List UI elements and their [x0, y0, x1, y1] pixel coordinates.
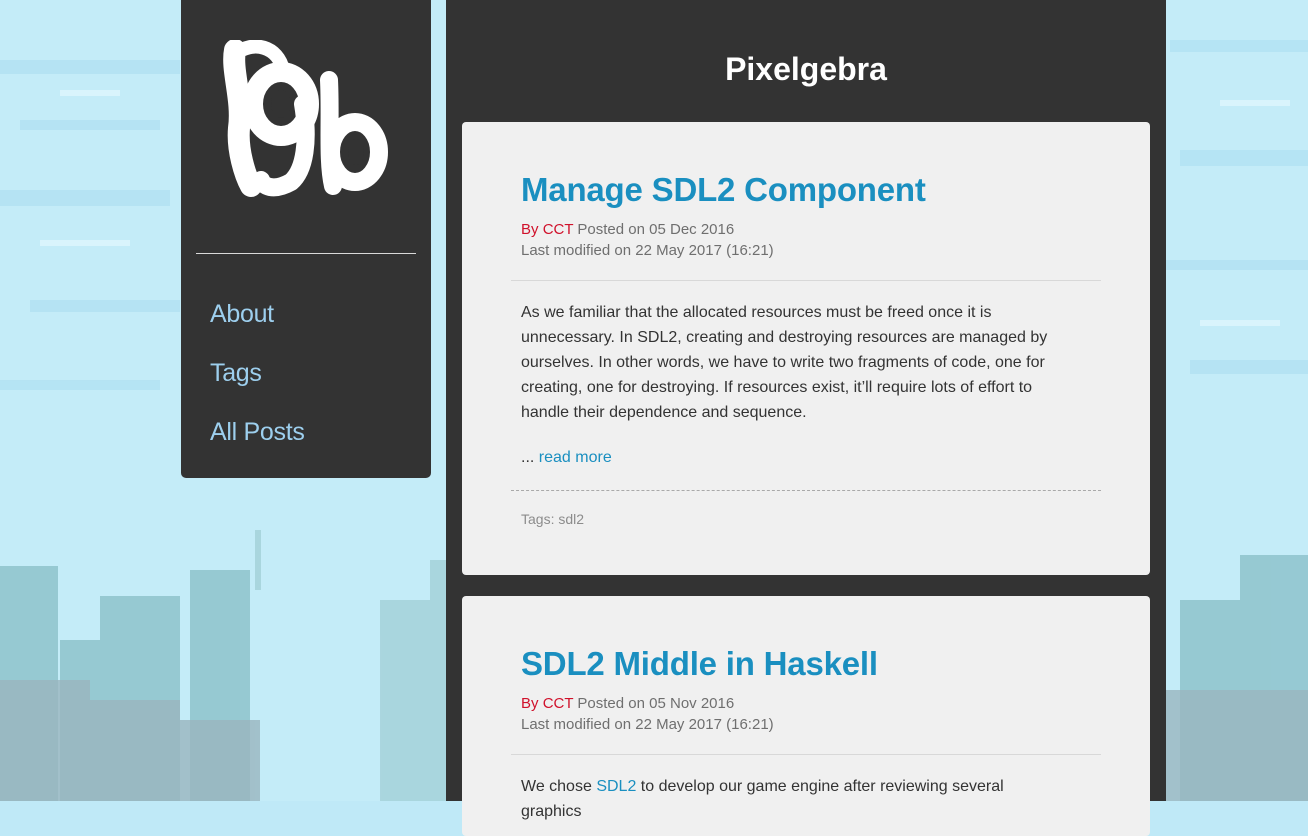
nav-link-about[interactable]: About	[210, 296, 274, 332]
sidebar: About Tags All Posts	[181, 0, 431, 478]
author-link[interactable]: CCT	[543, 221, 574, 238]
post-divider	[511, 754, 1101, 755]
post-divider	[511, 280, 1101, 281]
post-byline: By CCT Posted on 05 Nov 2016	[521, 693, 774, 714]
by-label: By	[521, 221, 539, 238]
post-footer-divider	[511, 490, 1101, 491]
posted-date: Posted on 05 Nov 2016	[577, 695, 735, 712]
post-card: Manage SDL2 Component By CCT Posted on 0…	[462, 122, 1150, 575]
author-link[interactable]: CCT	[543, 695, 574, 712]
post-excerpt: As we familiar that the allocated resour…	[521, 304, 1048, 421]
by-label: By	[521, 695, 539, 712]
modified-date: Last modified on 22 May 2017 (16:21)	[521, 242, 774, 259]
posted-date: Posted on 05 Dec 2016	[577, 221, 735, 238]
post-card: SDL2 Middle in Haskell By CCT Posted on …	[462, 596, 1150, 836]
site-title[interactable]: Pixelgebra	[446, 50, 1166, 88]
pixelgebra-logo-icon	[223, 39, 388, 197]
modified-date: Last modified on 22 May 2017 (16:21)	[521, 716, 774, 733]
nav-link-tags[interactable]: Tags	[210, 355, 262, 391]
excerpt-text: We chose	[521, 778, 592, 795]
read-more-line: ... read more	[521, 449, 612, 467]
sdl2-link[interactable]: SDL2	[596, 778, 636, 795]
sidebar-nav: About Tags All Posts	[210, 296, 305, 473]
post-byline: By CCT Posted on 05 Dec 2016	[521, 219, 774, 240]
nav-item-tags: Tags	[210, 355, 305, 414]
excerpt-text: to develop our game engine after reviewi…	[521, 778, 1004, 820]
nav-link-all-posts[interactable]: All Posts	[210, 414, 305, 450]
post-title-link[interactable]: SDL2 Middle in Haskell	[521, 644, 878, 684]
post-excerpt: We chose SDL2 to develop our game engine…	[521, 774, 1066, 824]
read-more-link[interactable]: read more	[539, 449, 612, 466]
nav-item-all-posts: All Posts	[210, 414, 305, 473]
tag-link[interactable]: sdl2	[558, 511, 584, 527]
sidebar-divider	[196, 253, 416, 254]
main-content: Pixelgebra Manage SDL2 Component By CCT …	[446, 0, 1166, 836]
site-logo[interactable]	[223, 39, 395, 200]
post-tags: Tags: sdl2	[521, 511, 584, 527]
post-title-link[interactable]: Manage SDL2 Component	[521, 170, 926, 210]
nav-item-about: About	[210, 296, 305, 355]
post-meta: By CCT Posted on 05 Dec 2016 Last modifi…	[521, 219, 774, 261]
post-meta: By CCT Posted on 05 Nov 2016 Last modifi…	[521, 693, 774, 735]
ellipsis: ...	[521, 449, 535, 466]
tags-label: Tags:	[521, 511, 555, 527]
